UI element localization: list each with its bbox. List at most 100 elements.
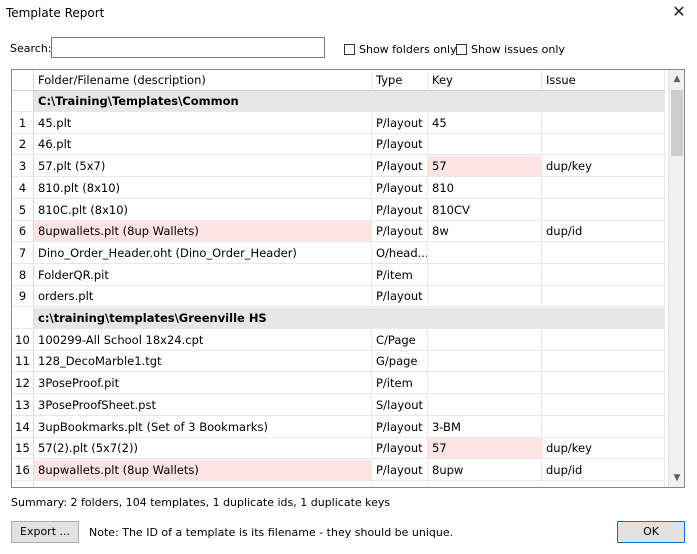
row-number[interactable]: 5 <box>12 199 34 221</box>
row-number[interactable]: 12 <box>12 373 34 395</box>
issue-cell[interactable]: dup/id <box>542 459 665 481</box>
table-row[interactable]: 6 8upwallets.plt (8up Wallets) P/layout 8w d… <box>12 221 665 243</box>
type-cell[interactable]: P/layout <box>372 177 428 199</box>
issue-cell[interactable] <box>542 416 665 438</box>
type-cell[interactable]: P/layout <box>372 286 428 308</box>
show-folders-checkbox[interactable]: Show folders only <box>344 43 457 56</box>
issue-cell[interactable] <box>542 351 665 373</box>
row-number[interactable]: 13 <box>12 394 34 416</box>
row-number[interactable]: 8 <box>12 264 34 286</box>
issue-cell[interactable]: dup/id <box>542 221 665 243</box>
folder-row[interactable]: C:\Training\Templates\Common <box>12 91 665 112</box>
filename-cell[interactable]: 128_DecoMarble1.tgt <box>34 351 372 373</box>
type-cell[interactable]: P/item <box>372 264 428 286</box>
filename-cell[interactable]: 100299-All School 18x24.cpt <box>34 329 372 351</box>
key-cell[interactable] <box>428 373 542 395</box>
table-row[interactable]: 15 57(2).plt (5x7(2)) P/layout 57 dup/key <box>12 438 665 460</box>
table-row[interactable]: 17Basic block 2.cptC/block <box>12 481 665 487</box>
type-cell[interactable]: P/item <box>372 373 428 395</box>
type-cell[interactable]: P/layout <box>372 156 428 178</box>
filename-cell[interactable]: 3PoseProof.pit <box>34 373 372 395</box>
filename-cell[interactable]: 57(2).plt (5x7(2)) <box>34 438 372 460</box>
key-cell[interactable] <box>428 91 542 112</box>
filename-cell[interactable]: 810.plt (8x10) <box>34 177 372 199</box>
export-button[interactable]: Export ... <box>11 521 79 543</box>
key-cell[interactable] <box>428 242 542 264</box>
column-header-issue[interactable]: Issue <box>542 70 665 91</box>
filename-cell[interactable]: 46.plt <box>34 134 372 156</box>
row-number[interactable]: 4 <box>12 177 34 199</box>
filename-cell[interactable]: 45.plt <box>34 112 372 134</box>
issue-cell[interactable] <box>542 134 665 156</box>
key-cell[interactable]: 45 <box>428 112 542 134</box>
type-cell[interactable]: P/layout <box>372 199 428 221</box>
filename-cell[interactable]: 3upBookmarks.plt (Set of 3 Bookmarks) <box>34 416 372 438</box>
key-cell[interactable]: 3-BM <box>428 416 542 438</box>
filename-cell[interactable]: 810C.plt (8x10) <box>34 199 372 221</box>
row-number[interactable]: 16 <box>12 459 34 481</box>
type-cell[interactable] <box>372 308 428 329</box>
table-row[interactable]: 16 8upwallets.plt (8up Wallets) P/layout 8u… <box>12 459 665 481</box>
row-number[interactable] <box>12 91 34 112</box>
table-row[interactable]: 9 orders.plt P/layout <box>12 286 665 308</box>
key-cell[interactable] <box>428 481 542 487</box>
key-cell[interactable]: 810 <box>428 177 542 199</box>
table-row[interactable]: 13 3PoseProofSheet.pst S/layout <box>12 394 665 416</box>
type-cell[interactable]: P/layout <box>372 459 428 481</box>
key-cell[interactable]: 8upw <box>428 459 542 481</box>
filename-cell[interactable]: 8upwallets.plt (8up Wallets) <box>34 221 372 243</box>
row-number[interactable]: 11 <box>12 351 34 373</box>
filename-cell[interactable]: 8upwallets.plt (8up Wallets) <box>34 459 372 481</box>
type-cell[interactable]: P/layout <box>372 112 428 134</box>
key-cell[interactable]: 57 <box>428 156 542 178</box>
table-row[interactable]: 2 46.plt P/layout <box>12 134 665 156</box>
key-cell[interactable]: 8w <box>428 221 542 243</box>
table-row[interactable]: 5 810C.plt (8x10) P/layout 810CV <box>12 199 665 221</box>
table-row[interactable]: 10 100299-All School 18x24.cpt C/Page <box>12 329 665 351</box>
type-cell[interactable]: C/block <box>372 481 428 487</box>
table-row[interactable]: 4 810.plt (8x10) P/layout 810 <box>12 177 665 199</box>
issue-cell[interactable] <box>542 329 665 351</box>
filename-cell[interactable]: Dino_Order_Header.oht (Dino_Order_Header… <box>34 242 372 264</box>
row-number[interactable]: 10 <box>12 329 34 351</box>
issue-cell[interactable] <box>542 112 665 134</box>
row-number[interactable]: 7 <box>12 242 34 264</box>
table-row[interactable]: 1 45.plt P/layout 45 <box>12 112 665 134</box>
table-row[interactable]: 3 57.plt (5x7) P/layout 57 dup/key <box>12 156 665 178</box>
table-row[interactable]: 8 FolderQR.pit P/item <box>12 264 665 286</box>
template-grid[interactable]: Folder/Filename (description) Type Key I… <box>11 69 685 488</box>
column-header-type[interactable]: Type <box>372 70 428 91</box>
issue-cell[interactable] <box>542 308 665 329</box>
key-cell[interactable] <box>428 308 542 329</box>
type-cell[interactable]: P/layout <box>372 134 428 156</box>
issue-cell[interactable] <box>542 286 665 308</box>
key-cell[interactable] <box>428 264 542 286</box>
type-cell[interactable]: P/layout <box>372 221 428 243</box>
type-cell[interactable]: S/layout <box>372 394 428 416</box>
key-cell[interactable] <box>428 351 542 373</box>
checkbox-box[interactable] <box>456 44 467 55</box>
issue-cell[interactable] <box>542 373 665 395</box>
issue-cell[interactable] <box>542 199 665 221</box>
row-number[interactable]: 6 <box>12 221 34 243</box>
issue-cell[interactable] <box>542 242 665 264</box>
chevron-down-icon[interactable]: ▼ <box>669 470 684 486</box>
folder-row[interactable]: c:\training\templates\Greenville HS <box>12 308 665 329</box>
table-row[interactable]: 11 128_DecoMarble1.tgt G/page <box>12 351 665 373</box>
ok-button[interactable]: OK <box>617 521 685 543</box>
search-input[interactable] <box>51 37 325 58</box>
checkbox-box[interactable] <box>344 44 355 55</box>
row-number[interactable]: 17 <box>12 481 34 487</box>
table-row[interactable]: 12 3PoseProof.pit P/item <box>12 373 665 395</box>
row-number[interactable]: 2 <box>12 134 34 156</box>
row-number[interactable] <box>12 308 34 329</box>
table-row[interactable]: 7 Dino_Order_Header.oht (Dino_Order_Heade… <box>12 242 665 264</box>
key-cell[interactable] <box>428 394 542 416</box>
type-cell[interactable] <box>372 91 428 112</box>
key-cell[interactable] <box>428 329 542 351</box>
filename-cell[interactable]: FolderQR.pit <box>34 264 372 286</box>
filename-cell[interactable]: 57.plt (5x7) <box>34 156 372 178</box>
type-cell[interactable]: G/page <box>372 351 428 373</box>
table-row[interactable]: 14 3upBookmarks.plt (Set of 3 Bookmarks) P… <box>12 416 665 438</box>
type-cell[interactable]: C/Page <box>372 329 428 351</box>
